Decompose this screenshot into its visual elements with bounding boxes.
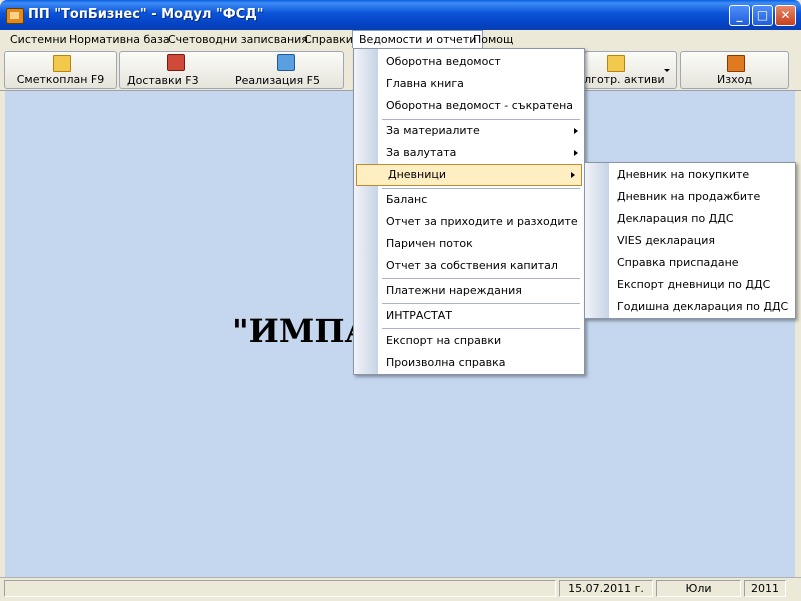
exit-icon (727, 55, 745, 72)
menu-item-dnevnici[interactable]: Дневници (356, 164, 582, 186)
menu-item-otchet-prihodi-razhodi[interactable]: Отчет за приходите и разходите (354, 211, 584, 233)
minimize-button[interactable]: _ (729, 5, 750, 26)
menu-item-otchet-sobstven-kapital[interactable]: Отчет за собствения капитал (354, 255, 584, 277)
toolbar-button-izhod[interactable]: Изход (680, 51, 789, 89)
menu-item-platejni-narejdania[interactable]: Платежни нареждания (354, 280, 584, 302)
close-button[interactable]: ✕ (775, 5, 796, 26)
menu-item-glavna-kniga[interactable]: Главна книга (354, 73, 584, 95)
submenu-item-dnevnik-prodajbi[interactable]: Дневник на продажбите (585, 186, 795, 208)
status-panel-main (4, 580, 556, 597)
toolbar-button-label: Реализация F5 (235, 74, 320, 87)
toolbar-button-dalgotrajni-aktivi[interactable]: ълготр. активи (576, 51, 677, 89)
toolbar-button-dostavki[interactable]: Доставки F3 (127, 51, 227, 89)
menu-item-oborotna-vedomost-sakratena[interactable]: Оборотна ведомост - съкратена (354, 95, 584, 117)
menu-item-balans[interactable]: Баланс (354, 189, 584, 211)
maximize-button[interactable]: □ (752, 5, 773, 26)
toolbar-button-label: Сметкоплан F9 (16, 73, 105, 86)
menu-separator (382, 278, 580, 279)
menu-item-oborotna-vedomost[interactable]: Оборотна ведомост (354, 51, 584, 73)
status-year: 2011 (744, 580, 786, 597)
toolbar-button-smetkoplan[interactable]: Сметкоплан F9 (4, 51, 117, 89)
submenu-arrow-icon (574, 128, 578, 134)
folder-icon (53, 55, 71, 72)
menu-item-label: За валутата (386, 146, 457, 159)
menu-item-proizvolna-spravka[interactable]: Произволна справка (354, 352, 584, 374)
menu-pomosht[interactable]: Помощ (467, 30, 519, 49)
chevron-down-icon[interactable] (664, 69, 670, 72)
menu-normativna-baza[interactable]: Нормативна база (63, 30, 176, 49)
menu-item-eksport-na-spravki[interactable]: Експорт на справки (354, 330, 584, 352)
delivery-icon (167, 54, 185, 71)
submenu-item-eksport-dnevnici-dds[interactable]: Експорт дневници по ДДС (585, 274, 795, 296)
menu-item-za-materialite[interactable]: За материалите (354, 120, 584, 142)
submenu-arrow-icon (574, 150, 578, 156)
menu-vedomosti-dropdown: Оборотна ведомост Главна книга Оборотна … (353, 48, 585, 375)
submenu-item-spravka-prispadane[interactable]: Справка приспадане (585, 252, 795, 274)
menu-schetovodni-zapisvania[interactable]: Счетоводни записвания (162, 30, 314, 49)
menu-item-label: За материалите (386, 124, 480, 137)
submenu-item-deklaracia-dds[interactable]: Декларация по ДДС (585, 208, 795, 230)
sales-icon (277, 54, 295, 71)
app-icon[interactable] (6, 8, 24, 24)
menu-separator (382, 328, 580, 329)
submenu-arrow-icon (571, 172, 575, 178)
toolbar-button-label: Изход (717, 73, 752, 86)
toolbar-button-label: ълготр. активи (576, 73, 665, 86)
menu-vedomosti-i-otcheti[interactable]: Ведомости и отчети (352, 30, 484, 48)
window-title: ПП "ТопБизнес" - Модул "ФСД" (28, 7, 264, 22)
submenu-item-godishna-deklaracia-dds[interactable]: Годишна декларация по ДДС (585, 296, 795, 318)
menu-separator (382, 303, 580, 304)
submenu-item-vies-deklaracia[interactable]: VIES декларация (585, 230, 795, 252)
toolbar-button-label: Доставки F3 (127, 74, 199, 87)
company-name-text: "ИМПА (232, 312, 371, 350)
status-month: Юли (656, 580, 741, 597)
menu-item-intrastat[interactable]: ИНТРАСТАТ (354, 305, 584, 327)
menu-dnevnici-submenu: Дневник на покупките Дневник на продажби… (584, 162, 796, 319)
status-date: 15.07.2011 г. (559, 580, 653, 597)
submenu-item-dnevnik-pokupki[interactable]: Дневник на покупките (585, 164, 795, 186)
menu-spravki[interactable]: Справки (298, 30, 359, 49)
folder-icon (607, 55, 625, 72)
toolbar-button-realizacia[interactable]: Реализация F5 (235, 51, 335, 89)
menu-item-za-valutata[interactable]: За валутата (354, 142, 584, 164)
menu-item-parichen-potok[interactable]: Паричен поток (354, 233, 584, 255)
menu-item-label: Дневници (388, 168, 447, 181)
